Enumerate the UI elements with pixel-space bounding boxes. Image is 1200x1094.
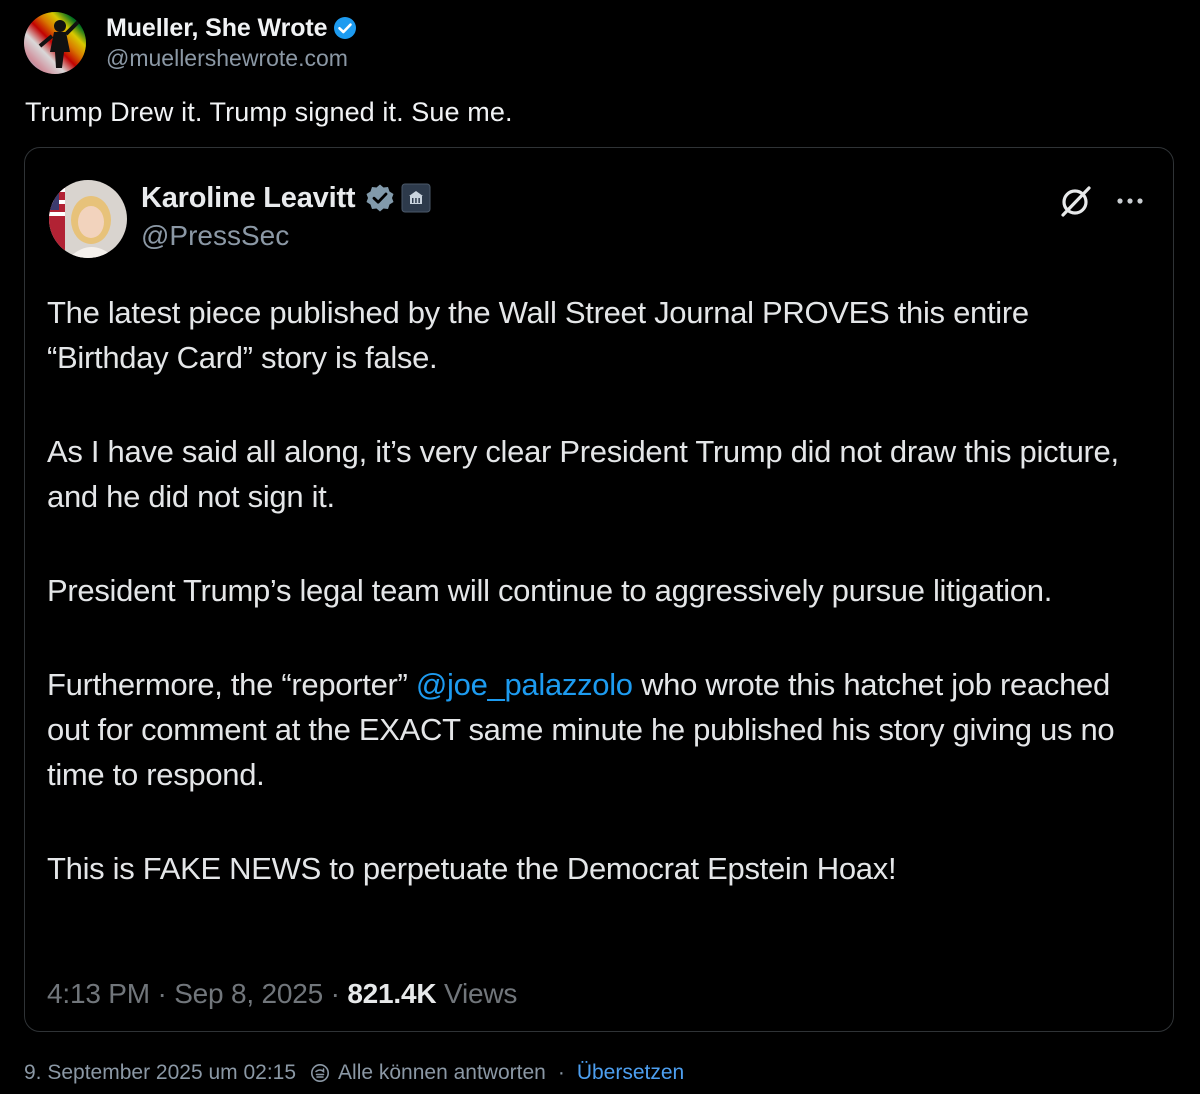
- quoted-text: Furthermore, the “reporter”: [47, 667, 416, 702]
- post-footer: 9. September 2025 um 02:15 Alle können a…: [24, 1061, 684, 1085]
- quoted-paragraph: This is FAKE NEWS to perpetuate the Demo…: [47, 851, 897, 886]
- reply-setting-label[interactable]: Alle können antworten: [338, 1061, 546, 1085]
- mention-link[interactable]: @joe_palazzolo: [416, 667, 633, 702]
- quoted-paragraph: President Trump’s legal team will contin…: [47, 573, 1053, 608]
- quoted-paragraph-mention: Furthermore, the “reporter” @joe_palazzo…: [47, 662, 1157, 797]
- footer-separator: ·: [557, 1061, 565, 1084]
- white-house-badge-icon: [401, 183, 431, 213]
- quoted-author-name-row: Karoline Leavitt: [141, 180, 431, 216]
- grok-icon[interactable]: [1058, 183, 1094, 219]
- quoted-author-name[interactable]: Karoline Leavitt: [141, 182, 356, 215]
- post-text: Trump Drew it. Trump signed it. Sue me.: [25, 97, 513, 127]
- quoted-time: 4:13 PM: [47, 978, 150, 1009]
- verified-badge-gray-icon: [365, 183, 395, 213]
- views-count: 821.4K: [347, 978, 437, 1009]
- quoted-post-body: The latest piece published by the Wall S…: [47, 290, 1157, 940]
- meta-separator: ·: [323, 978, 348, 1009]
- post-header: Mueller, She Wrote @muellershewrote.com: [24, 12, 357, 74]
- quoted-paragraph: As I have said all along, it’s very clea…: [47, 434, 1119, 514]
- post-timestamp: 9. September 2025 um 02:15: [24, 1061, 297, 1084]
- quoted-author-avatar[interactable]: [49, 180, 127, 258]
- quoted-post-card[interactable]: Karoline Leavitt @PressSec The latest pi…: [24, 147, 1174, 1032]
- translate-link[interactable]: Übersetzen: [577, 1061, 684, 1085]
- author-avatar[interactable]: [24, 12, 86, 74]
- quoted-paragraph: The latest piece published by the Wall S…: [47, 295, 1029, 375]
- quoted-date: Sep 8, 2025: [174, 978, 324, 1009]
- author-name[interactable]: Mueller, She Wrote: [106, 14, 328, 43]
- author-block: Mueller, She Wrote @muellershewrote.com: [106, 12, 357, 72]
- views-label: Views: [436, 978, 518, 1009]
- verified-icon: [333, 16, 357, 40]
- quoted-author-handle[interactable]: @PressSec: [141, 220, 289, 252]
- quoted-post-meta: 4:13 PM · Sep 8, 2025 · 821.4K Views: [47, 978, 517, 1010]
- more-icon[interactable]: [1115, 188, 1147, 214]
- author-name-row: Mueller, She Wrote: [106, 12, 357, 44]
- reply-setting-icon: [310, 1063, 330, 1083]
- author-handle[interactable]: @muellershewrote.com: [106, 45, 357, 72]
- meta-separator: ·: [149, 978, 175, 1009]
